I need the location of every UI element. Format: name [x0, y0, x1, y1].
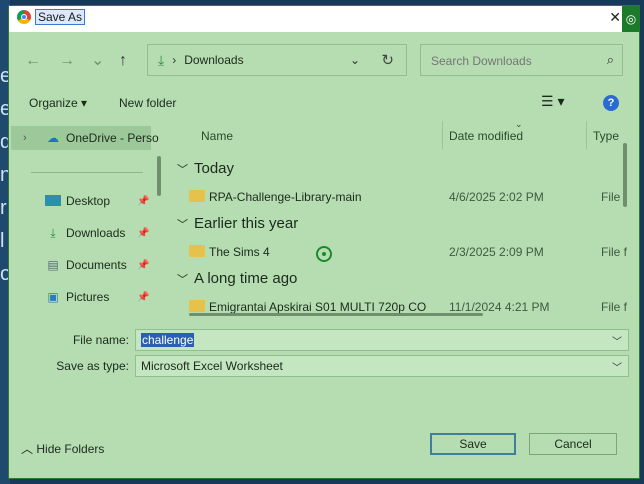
target-badge-icon: ◎	[622, 6, 640, 32]
new-folder-button[interactable]: New folder	[119, 96, 176, 110]
search-input[interactable]	[429, 53, 593, 69]
address-bar[interactable]: ⤓ › Downloads ⌄ ↻	[147, 44, 407, 76]
file-type: File f	[601, 245, 628, 259]
file-name: The Sims 4	[209, 245, 270, 259]
file-name: Emigrantai Apskirai S01 MULTI 720p CO	[209, 300, 427, 314]
hide-folders-button[interactable]: ︿ Hide Folders	[21, 440, 104, 457]
file-list: Name ⌄ Date modified Type ﹀ Today RPA-Cha…	[169, 119, 629, 316]
column-divider[interactable]	[586, 121, 587, 149]
column-header-name[interactable]: Name	[201, 129, 233, 143]
organize-button[interactable]: Organize ▾	[29, 96, 87, 110]
recent-locations-icon[interactable]: ⌄	[91, 50, 104, 70]
refresh-icon[interactable]: ↻	[381, 51, 394, 69]
chevron-down-icon[interactable]: ﹀	[177, 219, 188, 231]
search-icon[interactable]: ⌕	[607, 52, 614, 68]
save-type-value: Microsoft Excel Worksheet	[141, 359, 283, 373]
cloud-icon: ☁	[47, 131, 59, 145]
chevron-down-icon[interactable]: ⌄	[350, 53, 360, 67]
crosshair-target-icon	[316, 246, 332, 262]
group-label: Today	[194, 160, 235, 177]
file-list-vertical-scrollbar[interactable]	[623, 143, 627, 207]
chevron-right-icon[interactable]: ›	[23, 132, 27, 144]
sidebar-item-desktop[interactable]: Desktop 📌	[11, 189, 151, 213]
search-box[interactable]: ⌕	[420, 44, 623, 76]
save-button[interactable]: Save	[430, 433, 516, 455]
chevron-up-icon: ︿	[21, 442, 34, 456]
chevron-down-icon[interactable]: ﹀	[177, 164, 188, 176]
file-date: 4/6/2025 2:02 PM	[449, 190, 544, 204]
help-icon[interactable]: ?	[603, 95, 619, 111]
sidebar-item-label: Desktop	[66, 194, 111, 208]
desktop-icon	[45, 195, 61, 206]
pin-icon[interactable]: 📌	[137, 292, 149, 303]
sidebar-item-onedrive[interactable]: › ☁ OneDrive - Perso	[11, 126, 159, 150]
save-type-label: Save as type:	[56, 359, 129, 373]
title-bar: Save As ✕ ◎	[9, 6, 640, 32]
download-icon: ⤓	[50, 226, 56, 240]
chrome-icon	[17, 10, 31, 24]
file-date: 11/1/2024 4:21 PM	[449, 300, 550, 314]
group-label: A long time ago	[194, 270, 298, 287]
group-header-earlier-this-year[interactable]: ﹀ Earlier this year	[177, 215, 298, 232]
sidebar-item-label: Documents	[66, 258, 127, 272]
picture-icon: ▣	[47, 290, 59, 304]
navigation-pane: › ☁ OneDrive - Perso Desktop 📌 ⤓ Downloa…	[11, 121, 163, 318]
folder-icon	[189, 190, 205, 202]
column-divider[interactable]	[442, 121, 443, 149]
column-header-type[interactable]: Type	[593, 129, 619, 143]
breadcrumb-downloads[interactable]: Downloads	[184, 53, 243, 67]
breadcrumb-separator: ›	[172, 53, 177, 67]
forward-arrow-icon[interactable]: →	[59, 52, 75, 70]
file-name: RPA-Challenge-Library-main	[209, 190, 362, 204]
document-icon: ▤	[47, 258, 59, 272]
up-arrow-icon[interactable]: ↑	[119, 52, 127, 70]
cancel-button[interactable]: Cancel	[529, 433, 617, 455]
chevron-down-icon[interactable]: ﹀	[612, 359, 622, 374]
file-name-row: File name: challenge ﹀	[9, 329, 639, 351]
chevron-down-icon[interactable]: ﹀	[177, 274, 188, 286]
list-item[interactable]: RPA-Challenge-Library-main 4/6/2025 2:02…	[169, 186, 629, 208]
save-as-dialog: Save As ✕ ◎ ← → ⌄ ↑ ⤓ › Downloads ⌄ ↻ ⌕ …	[8, 5, 640, 479]
file-name-label: File name:	[72, 333, 129, 347]
file-type: File f	[601, 300, 628, 314]
sidebar-item-label: Pictures	[66, 290, 110, 304]
sidebar-item-label: Downloads	[66, 226, 126, 240]
folder-icon	[189, 245, 205, 257]
sidebar-item-pictures[interactable]: ▣ Pictures 📌	[11, 285, 151, 309]
pin-icon[interactable]: 📌	[137, 228, 149, 239]
hide-folders-label: Hide Folders	[36, 442, 105, 456]
sidebar-divider	[31, 172, 143, 173]
group-header-a-long-time-ago[interactable]: ﹀ A long time ago	[177, 270, 297, 287]
file-name-value[interactable]: challenge	[141, 333, 195, 347]
group-label: Earlier this year	[194, 215, 299, 232]
sidebar-item-label: OneDrive - Perso	[66, 131, 159, 145]
sidebar-scrollbar[interactable]	[157, 156, 161, 196]
save-type-row: Save as type: Microsoft Excel Worksheet …	[9, 355, 639, 377]
command-bar: Organize ▾ New folder ☰ ▾ ?	[9, 90, 639, 116]
file-list-horizontal-scrollbar[interactable]	[189, 313, 483, 316]
pin-icon[interactable]: 📌	[137, 260, 149, 271]
chevron-down-icon[interactable]: ﹀	[612, 333, 622, 348]
navigation-bar: ← → ⌄ ↑ ⤓ › Downloads ⌄ ↻ ⌕	[9, 44, 639, 80]
file-name-field[interactable]: challenge ﹀	[135, 329, 629, 351]
back-arrow-icon[interactable]: ←	[25, 52, 41, 70]
window-title: Save As	[35, 9, 86, 25]
sidebar-item-downloads[interactable]: ⤓ Downloads 📌	[11, 221, 151, 245]
save-type-select[interactable]: Microsoft Excel Worksheet ﹀	[135, 355, 629, 377]
sidebar-item-documents[interactable]: ▤ Documents 📌	[11, 253, 151, 277]
view-options-icon[interactable]: ☰ ▾	[541, 93, 564, 110]
folder-icon	[189, 300, 205, 312]
download-icon: ⤓	[158, 51, 165, 68]
column-header-date[interactable]: Date modified	[449, 129, 523, 143]
close-icon[interactable]: ✕	[609, 9, 621, 26]
group-header-today[interactable]: ﹀ Today	[177, 160, 234, 177]
pin-icon[interactable]: 📌	[137, 196, 149, 207]
list-item[interactable]: The Sims 4 2/3/2025 2:09 PM File f	[169, 241, 629, 263]
file-date: 2/3/2025 2:09 PM	[449, 245, 544, 259]
